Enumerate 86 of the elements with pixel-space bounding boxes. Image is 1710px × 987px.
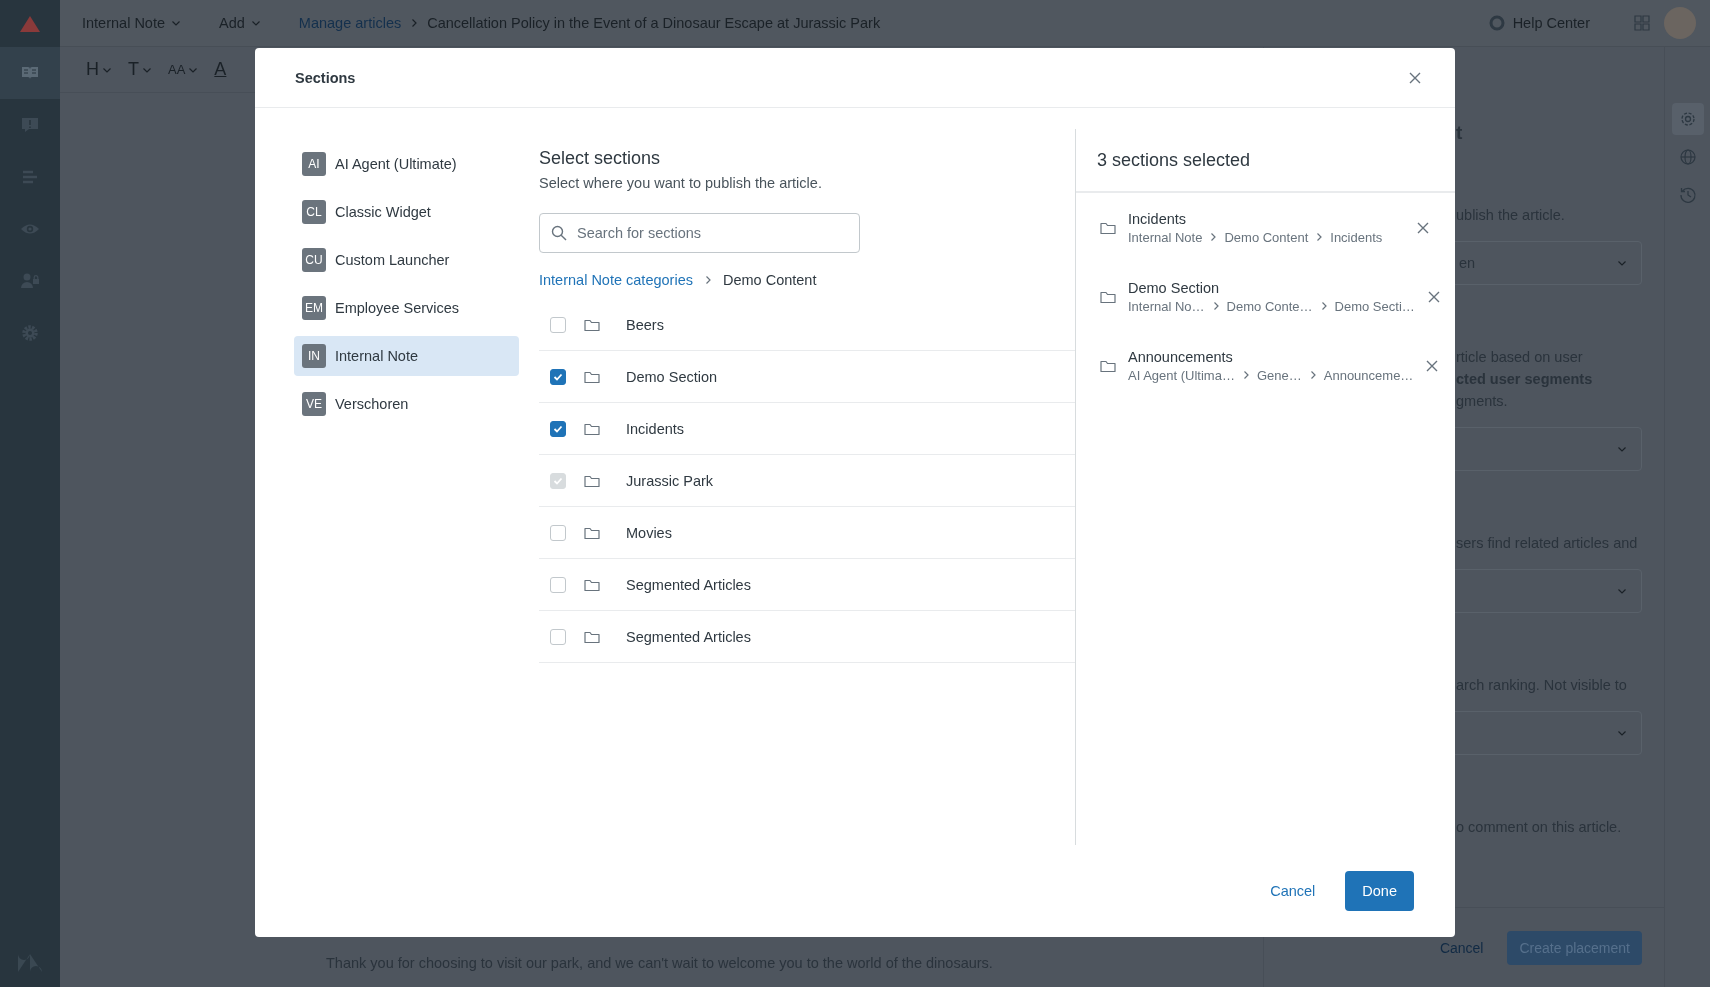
path-label: Demo Content: [1224, 229, 1309, 245]
done-button[interactable]: Done: [1345, 871, 1414, 911]
search-field[interactable]: Search for sections: [539, 213, 860, 253]
checkbox[interactable]: [550, 368, 566, 385]
brand-badge: EM: [302, 296, 326, 320]
brand-item[interactable]: AI AI Agent (Ultimate): [294, 144, 519, 184]
close-icon: [1416, 220, 1430, 235]
folder-icon: [1100, 220, 1116, 235]
section-heading: Select sections: [539, 148, 662, 169]
checkbox[interactable]: [550, 420, 566, 437]
breadcrumb-current: Demo Content: [722, 272, 817, 288]
check-icon: [553, 371, 563, 382]
path-label: Incidents: [1330, 229, 1383, 245]
path-label: Announceme…: [1323, 367, 1414, 383]
folder-icon: [584, 421, 600, 436]
caret-icon: [1617, 444, 1627, 454]
article-title: Cancellation Policy in the Event of a Dinosaur Escape at Jurassic Park: [427, 15, 881, 31]
checkbox[interactable]: [550, 576, 566, 593]
checkbox[interactable]: [550, 628, 566, 645]
section-name: Demo Section: [626, 368, 718, 385]
checkbox[interactable]: [550, 316, 566, 333]
path-label: Internal Note: [1128, 229, 1203, 245]
selected-section-name: Demo Section: [1128, 279, 1221, 296]
caret-icon: [1617, 728, 1627, 738]
path-label: Demo Secti…: [1334, 298, 1415, 314]
apps-icon[interactable]: [1634, 15, 1650, 31]
folder-icon: [1100, 358, 1116, 373]
brand-item[interactable]: CL Classic Widget: [294, 192, 519, 232]
selection-count: 3 sections selected: [1076, 129, 1455, 193]
section-name: Jurassic Park: [626, 472, 714, 489]
breadcrumb-link[interactable]: Internal Note categories: [539, 272, 693, 288]
path-label: Internal No…: [1128, 298, 1205, 314]
checkbox[interactable]: [550, 524, 566, 541]
path-label: Gene…: [1256, 367, 1302, 383]
folder-icon: [584, 473, 600, 488]
section-name: Segmented Articles: [626, 628, 751, 645]
brand-badge: AI: [302, 152, 326, 176]
brand-badge: VE: [302, 392, 326, 416]
caret-icon: [171, 18, 182, 28]
brand-item[interactable]: CU Custom Launcher: [294, 240, 519, 280]
check-icon: [553, 423, 563, 434]
history-icon: [1678, 186, 1697, 204]
brand-item[interactable]: IN Internal Note: [294, 336, 519, 376]
selected-section-name: Announcements: [1128, 348, 1234, 365]
settings-icon: [1678, 110, 1697, 128]
caret-icon: [1617, 586, 1627, 596]
folder-icon: [584, 525, 600, 540]
avatar[interactable]: [1664, 7, 1696, 39]
brand-item[interactable]: EM Employee Services: [294, 288, 519, 328]
folder-icon: [584, 317, 600, 332]
nav-item[interactable]: [0, 47, 60, 99]
lifebuoy-icon: [1488, 15, 1505, 31]
caret-icon: [250, 18, 261, 28]
path-label: AI Agent (Ultima…: [1128, 367, 1235, 383]
brand-badge: CL: [302, 200, 326, 224]
folder-icon: [584, 369, 600, 384]
path-label: Demo Conte…: [1226, 298, 1313, 314]
section-name: Incidents: [626, 420, 685, 437]
close-icon: [1425, 358, 1440, 373]
section-name: Segmented Articles: [626, 576, 751, 593]
cancel-button[interactable]: Cancel: [1270, 883, 1316, 899]
check-icon: [553, 475, 563, 486]
gear-icon: [20, 323, 40, 343]
section-name: Movies: [626, 524, 672, 541]
brand-badge: IN: [302, 344, 326, 368]
brand-item[interactable]: VE Verschoren: [294, 384, 519, 424]
brand-badge: CU: [302, 248, 326, 272]
breadcrumb-link[interactable]: Manage articles: [298, 15, 402, 31]
cancel-button[interactable]: Cancel: [1433, 938, 1490, 957]
globe-icon: [1678, 148, 1697, 166]
folder-icon: [1100, 289, 1116, 304]
settings-tab[interactable]: [1671, 103, 1704, 135]
help-center-link[interactable]: Help Center: [1488, 15, 1590, 31]
caret-icon: [1617, 258, 1627, 268]
section-description: Select where you want to publish the article.: [539, 175, 823, 191]
search-icon: [551, 225, 567, 241]
logo-icon[interactable]: [19, 14, 41, 33]
section-name: Beers: [626, 316, 664, 333]
folder-icon: [584, 629, 600, 644]
selected-section-name: Incidents: [1128, 210, 1188, 227]
close-icon: [1408, 70, 1422, 85]
add-menu[interactable]: Add: [219, 15, 261, 31]
close-icon: [1426, 289, 1441, 304]
folder-icon: [584, 577, 600, 592]
product-menu[interactable]: Internal Note: [82, 15, 182, 31]
dialog-title: Sections: [295, 69, 356, 86]
